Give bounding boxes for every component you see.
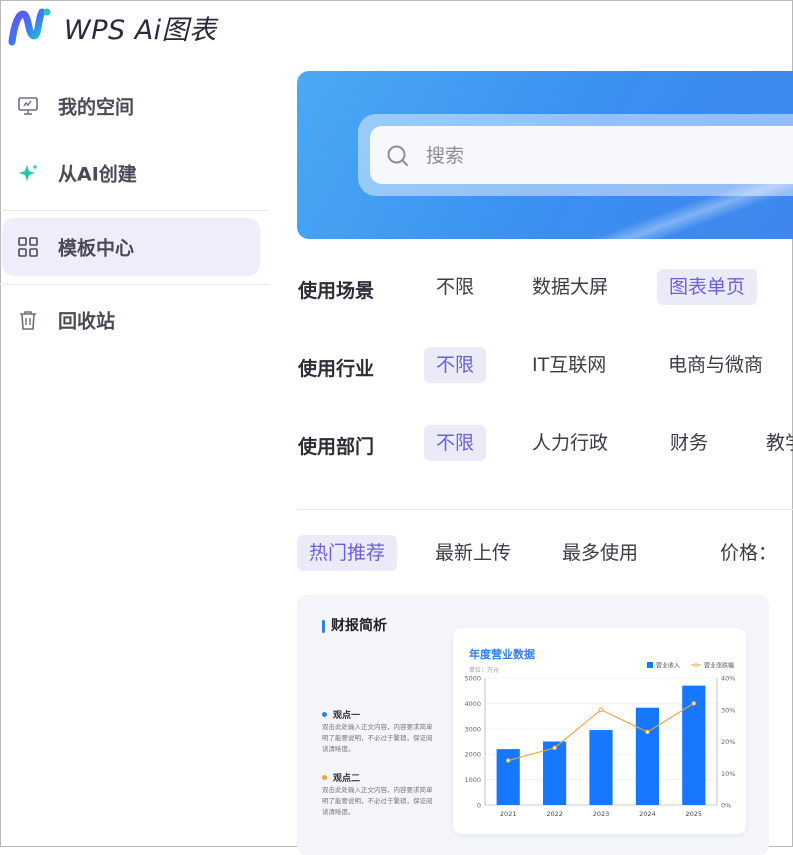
x-tick-label: 2021 [500,810,517,818]
sidebar-item-label: 我的空间 [58,96,135,119]
line-point-2023 [598,707,604,713]
viewpoint-bullet-icon [322,775,327,780]
x-tick-label: 2022 [546,810,563,818]
legend-swatch-line-point [694,663,698,667]
filter-industry-unlimited[interactable]: 不限 [424,347,487,383]
revenue-chart: 年度营业数据 单位：万元 0 1000 2000 3000 4000 5000 0% 10% 2… [464,647,735,818]
card-title: 财报简析 [331,618,387,634]
sidebar-divider [0,210,268,211]
viewpoint-bullet-icon [322,712,327,717]
y-tick-label-left: 4000 [464,700,481,708]
sidebar-item-label: 回收站 [58,310,116,333]
template-card[interactable]: 财报简析 观点一 双击此处输入正文内容，内容要求简单明了能要说明，不必过于繁琐，… [297,595,769,855]
sidebar-item-recycle-bin[interactable]: 回收站 [2,291,260,349]
filter-label-scene: 使用场景 [298,280,375,302]
y-tick-label-left: 2000 [464,751,481,759]
filter-industry-it[interactable]: IT互联网 [520,347,618,383]
wps-logo-icon [8,8,51,46]
filter-department-unlimited[interactable]: 不限 [424,425,487,461]
legend-label: 营业收入 [656,662,680,670]
bar-2022 [543,741,567,805]
monitor-icon [18,97,38,115]
filter-department-teaching[interactable]: 教学 [754,425,793,461]
sort-tab-most-used[interactable]: 最多使用 [550,535,650,571]
x-tick-label: 2025 [686,810,703,818]
viewpoint-text: 双击此处输入正文内容，内容要求简单明了能要说明，不必过于繁琐，保证阅读清晰度。 [322,786,433,816]
sort-tab-newest[interactable]: 最新上传 [423,535,523,571]
y-tick-label-right: 40% [721,675,735,683]
sparkle-icon [19,164,38,181]
y-tick-label-left: 1000 [464,776,481,784]
y-tick-label-right: 20% [721,738,735,746]
sidebar-item-template-center[interactable]: 模板中心 [2,218,260,276]
sidebar-item-label: 从AI创建 [58,163,137,186]
viewpoint-title: 观点二 [333,774,361,784]
sidebar-item-my-space[interactable]: 我的空间 [2,77,260,135]
y-tick-label-left: 0 [477,802,481,810]
filter-department-finance[interactable]: 财务 [658,425,720,461]
x-tick-label: 2024 [639,810,656,818]
line-point-2025 [691,701,697,706]
legend-swatch-bar [647,662,653,668]
chart-title: 年度营业数据 [469,647,535,661]
line-point-2021 [505,758,511,763]
brand-title: WPS Ai图表 [64,15,217,46]
y-tick-label-right: 10% [721,770,735,778]
filter-industry-ecommerce[interactable]: 电商与微商 [656,347,775,383]
filter-scene-chart-page[interactable]: 图表单页 [657,269,758,305]
y-tick-label-right: 30% [721,706,735,714]
price-filter-label[interactable]: 价格： [720,535,777,571]
chart-unit-label: 单位：万元 [469,666,499,674]
bar-2021 [496,749,520,805]
filter-scene-unlimited[interactable]: 不限 [424,269,486,305]
filter-scene-data-screen[interactable]: 数据大屏 [520,269,620,305]
filter-label-department: 使用部门 [298,436,375,458]
sidebar-item-label: 模板中心 [58,237,135,260]
filter-department-hr[interactable]: 人力行政 [520,425,620,461]
sidebar-item-create-from-ai[interactable]: 从AI创建 [2,144,260,202]
filter-label-industry: 使用行业 [298,358,375,380]
search-icon[interactable] [386,144,410,168]
section-divider [297,509,793,510]
legend-label: 营业涨跌幅 [704,662,734,670]
grid-icon [18,237,38,257]
viewpoint-text: 双击此处输入正文内容，内容要求简单明了能要说明，不必过于繁琐，保证阅读清晰度。 [322,723,433,753]
y-tick-label-left: 3000 [464,725,481,733]
y-tick-label-right: 0% [721,802,731,810]
x-tick-label: 2023 [593,810,610,818]
trash-icon [20,311,36,330]
sort-tab-popular[interactable]: 热门推荐 [297,535,398,571]
line-point-2022 [552,745,557,751]
y-tick-label-left: 5000 [464,675,481,683]
chart-panel: 年度营业数据 单位：万元 0 1000 2000 3000 4000 5000 0% 10% 2… [453,628,746,834]
search-input[interactable] [424,138,788,174]
card-title-accent [322,620,325,633]
sidebar-divider [0,284,268,285]
bar-2023 [589,730,613,805]
line-point-2024 [645,729,650,735]
viewpoint-title: 观点一 [333,711,361,721]
bar-2024 [635,707,659,805]
